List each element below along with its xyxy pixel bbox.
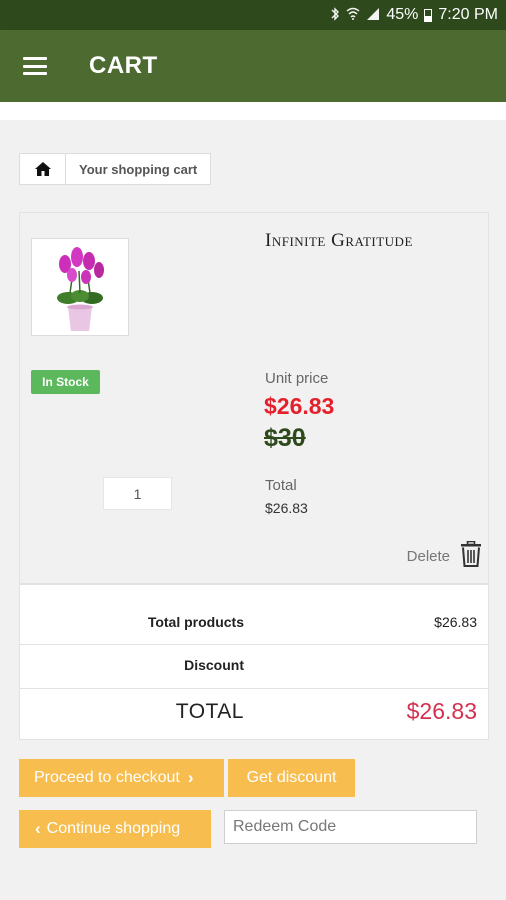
proceed-to-checkout-button[interactable]: Proceed to checkout › <box>19 759 224 797</box>
continue-shopping-button[interactable]: ‹ Continue shopping <box>19 810 211 848</box>
chevron-right-icon: › <box>187 768 194 787</box>
item-total-value: $26.83 <box>265 500 308 516</box>
grand-total-label: TOTAL <box>175 700 244 723</box>
battery-icon <box>424 8 433 22</box>
original-price: $30 <box>264 424 306 452</box>
cart-totals: Total products $26.83 Discount TOTAL $26… <box>19 584 489 740</box>
get-discount-button[interactable]: Get discount <box>228 759 355 797</box>
discount-row: Discount <box>20 645 488 689</box>
delete-label: Delete <box>406 548 450 565</box>
unit-price-label: Unit price <box>265 370 329 387</box>
total-products-label: Total products <box>147 614 244 630</box>
breadcrumb: Your shopping cart <box>19 153 212 185</box>
product-image[interactable] <box>31 238 129 336</box>
bluetooth-icon <box>330 6 340 24</box>
sale-price: $26.83 <box>264 393 335 419</box>
get-discount-label: Get discount <box>246 769 337 786</box>
breadcrumb-current: Your shopping cart <box>79 161 198 177</box>
checkout-label: Proceed to checkout <box>34 769 180 786</box>
signal-icon <box>366 7 380 23</box>
trash-icon[interactable] <box>460 540 482 572</box>
quantity-input[interactable] <box>103 477 172 510</box>
grand-total-row: TOTAL $26.83 <box>20 689 488 739</box>
cart-item: In Stock Infinite Gratitude Unit price $… <box>19 212 489 584</box>
total-products-row: Total products $26.83 <box>20 585 488 645</box>
battery-percent: 45% <box>386 6 419 23</box>
clock: 7:20 PM <box>438 6 498 23</box>
home-icon[interactable] <box>20 154 66 184</box>
hamburger-menu-icon[interactable] <box>23 57 47 75</box>
chevron-left-icon: ‹ <box>35 819 41 838</box>
continue-shopping-label: Continue shopping <box>46 820 181 837</box>
app-bar: CART <box>0 30 506 102</box>
status-bar: 45% 7:20 PM <box>0 0 506 30</box>
product-name[interactable]: Infinite Gratitude <box>265 230 413 252</box>
discount-label: Discount <box>184 657 244 673</box>
total-products-value: $26.83 <box>434 614 477 630</box>
item-total-label: Total <box>265 477 297 494</box>
stock-badge: In Stock <box>31 370 100 394</box>
wifi-icon <box>346 7 360 23</box>
redeem-code-input[interactable] <box>224 810 477 844</box>
grand-total-value: $26.83 <box>406 698 477 724</box>
delete-button[interactable]: Delete <box>406 540 482 572</box>
app-bar-spacer <box>0 102 506 120</box>
page-title: CART <box>89 52 158 79</box>
